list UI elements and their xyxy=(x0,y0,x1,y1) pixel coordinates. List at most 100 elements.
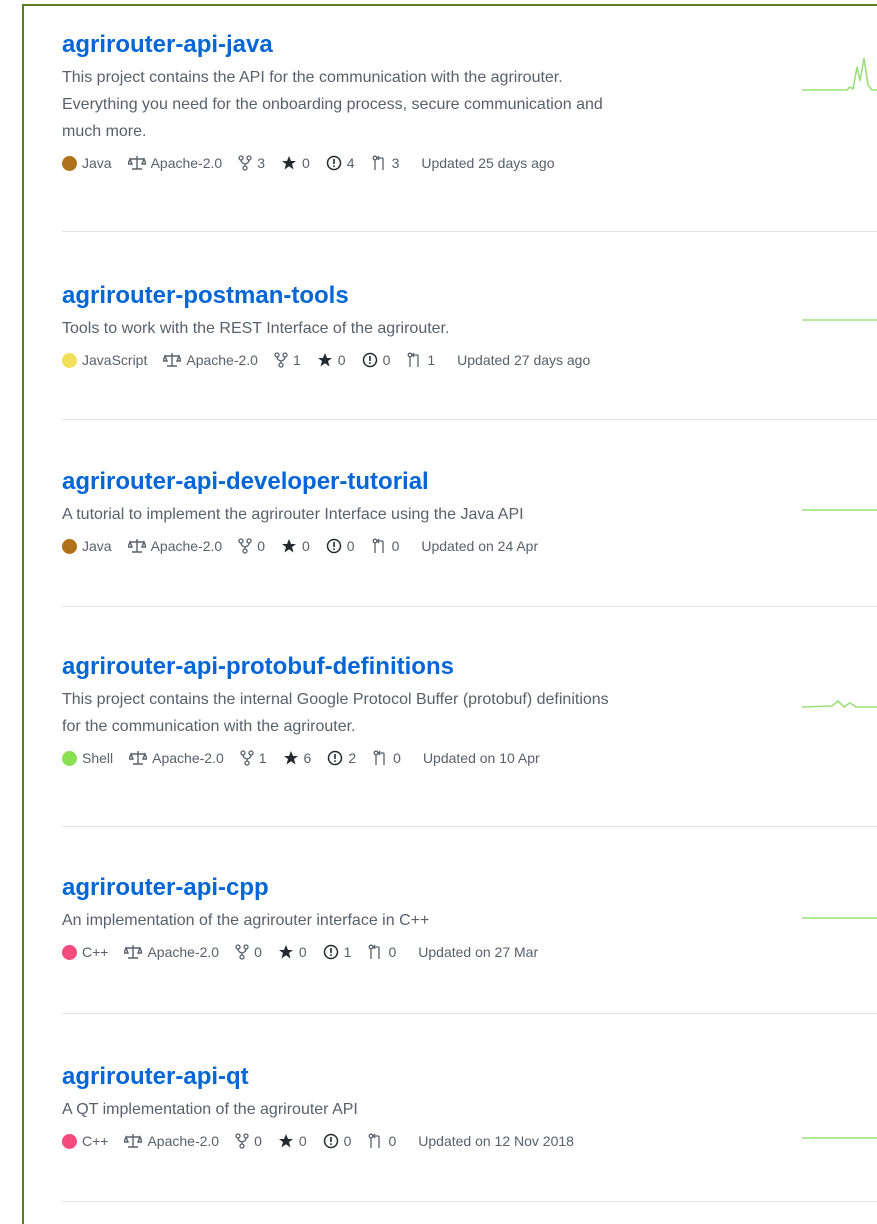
pr-icon xyxy=(371,155,387,171)
repo-description: This project contains the internal Googl… xyxy=(62,686,787,740)
issue-count[interactable]: 1 xyxy=(323,944,351,960)
star-icon xyxy=(281,155,297,171)
fork-icon xyxy=(238,155,252,171)
repo-meta: C++ Apache-2.0 0 0 0 0 Updated on 12 Nov 2018 xyxy=(62,1129,877,1153)
activity-sparkline xyxy=(802,319,877,321)
pr-count-value: 0 xyxy=(393,750,401,766)
pr-count[interactable]: 0 xyxy=(372,750,401,766)
star-count[interactable]: 0 xyxy=(278,944,307,960)
language: Java xyxy=(62,538,112,554)
language-name: JavaScript xyxy=(82,352,148,368)
license-icon xyxy=(129,750,148,766)
pr-icon xyxy=(406,352,422,368)
license-stat-value: Apache-2.0 xyxy=(147,944,220,960)
pr-icon xyxy=(372,750,388,766)
pr-count[interactable]: 3 xyxy=(371,155,400,171)
fork-count[interactable]: 3 xyxy=(238,155,265,171)
language-color-icon xyxy=(62,1133,77,1149)
divider xyxy=(62,1013,877,1014)
repo-description: A QT implementation of the agrirouter AP… xyxy=(62,1096,787,1123)
star-count-value: 0 xyxy=(301,538,310,554)
issue-count[interactable]: 0 xyxy=(323,1133,352,1149)
license-stat-value: Apache-2.0 xyxy=(147,1133,220,1149)
star-icon xyxy=(317,352,333,368)
star-count[interactable]: 0 xyxy=(281,538,310,554)
repo-name-link[interactable]: agrirouter-api-qt xyxy=(62,1062,877,1092)
language-color-icon xyxy=(62,750,77,766)
window-frame xyxy=(22,4,877,1224)
star-count[interactable]: 6 xyxy=(283,750,311,766)
issue-icon xyxy=(327,750,343,766)
activity-sparkline xyxy=(802,1137,877,1139)
license-icon xyxy=(163,352,182,368)
fork-count[interactable]: 1 xyxy=(240,750,267,766)
repo-name-link[interactable]: agrirouter-api-java xyxy=(62,30,877,60)
license-icon xyxy=(127,155,146,171)
activity-sparkline xyxy=(802,699,877,709)
repo-name-link[interactable]: agrirouter-api-cpp xyxy=(62,873,877,903)
star-count[interactable]: 0 xyxy=(278,1133,307,1149)
repo-item: agrirouter-api-developer-tutorial A tutor… xyxy=(62,467,877,558)
fork-count[interactable]: 0 xyxy=(235,1133,262,1149)
language-name: Shell xyxy=(82,750,114,766)
language-name: C++ xyxy=(82,944,109,960)
fork-count[interactable]: 0 xyxy=(238,538,265,554)
language-name: Java xyxy=(82,538,112,554)
license-stat-value: Apache-2.0 xyxy=(186,352,258,368)
license-stat-value: Apache-2.0 xyxy=(150,155,223,171)
language: C++ xyxy=(62,1133,108,1149)
pr-count[interactable]: 1 xyxy=(406,352,435,368)
updated-time: Updated 25 days ago xyxy=(421,155,555,171)
issue-count[interactable]: 0 xyxy=(326,538,355,554)
issue-icon xyxy=(323,944,339,960)
star-icon xyxy=(278,1133,294,1149)
repo-name-link[interactable]: agrirouter-api-protobuf-definitions xyxy=(62,652,877,682)
repo-description: A tutorial to implement the agrirouter I… xyxy=(62,501,787,528)
pr-count-value: 3 xyxy=(391,155,400,171)
issue-count[interactable]: 0 xyxy=(362,352,391,368)
pr-count[interactable]: 0 xyxy=(367,1133,396,1149)
star-count-value: 0 xyxy=(298,1133,307,1149)
fork-icon xyxy=(240,750,254,766)
activity-sparkline xyxy=(802,57,877,91)
issue-count-value: 0 xyxy=(346,538,355,554)
repo-item: agrirouter-api-cpp An implementation of t… xyxy=(62,873,877,964)
star-icon xyxy=(278,944,294,960)
language-color-icon xyxy=(62,155,77,171)
star-count-value: 0 xyxy=(337,352,346,368)
repo-name-link[interactable]: agrirouter-api-developer-tutorial xyxy=(62,467,877,497)
updated-time: Updated 27 days ago xyxy=(457,352,591,368)
star-count[interactable]: 0 xyxy=(317,352,346,368)
pr-count-value: 0 xyxy=(391,538,400,554)
updated-time: Updated on 27 Mar xyxy=(418,944,539,960)
repo-meta: JavaScript Apache-2.0 1 0 0 1 Updated 27 days … xyxy=(62,348,877,372)
pr-count[interactable]: 0 xyxy=(367,944,396,960)
issue-count[interactable]: 2 xyxy=(327,750,356,766)
issue-icon xyxy=(326,538,342,554)
issue-count-value: 2 xyxy=(348,750,357,766)
repo-item: agrirouter-api-java This project contains… xyxy=(62,30,877,175)
repo-description-line: for the communication with the agriroute… xyxy=(62,718,356,735)
pr-count[interactable]: 0 xyxy=(371,538,400,554)
activity-sparkline-line xyxy=(802,57,877,91)
star-count[interactable]: 0 xyxy=(281,155,310,171)
language-color-icon xyxy=(62,352,77,368)
fork-count[interactable]: 0 xyxy=(235,944,262,960)
license-stat: Apache-2.0 xyxy=(163,352,258,368)
repo-description: An implementation of the agrirouter inte… xyxy=(62,907,787,934)
star-icon xyxy=(283,750,299,766)
fork-count[interactable]: 1 xyxy=(274,352,301,368)
fork-count-value: 0 xyxy=(257,538,265,554)
updated-time: Updated on 12 Nov 2018 xyxy=(418,1133,574,1149)
issue-icon xyxy=(326,155,342,171)
license-stat: Apache-2.0 xyxy=(127,155,223,171)
fork-count-value: 3 xyxy=(257,155,265,171)
updated-time: Updated on 10 Apr xyxy=(422,750,540,766)
issue-count-value: 0 xyxy=(343,1133,352,1149)
issue-count[interactable]: 4 xyxy=(326,155,355,171)
repo-name-link[interactable]: agrirouter-postman-tools xyxy=(62,281,877,311)
language-color-icon xyxy=(62,538,77,554)
issue-count-value: 0 xyxy=(382,352,391,368)
language: Java xyxy=(62,155,112,171)
license-stat: Apache-2.0 xyxy=(124,944,219,960)
